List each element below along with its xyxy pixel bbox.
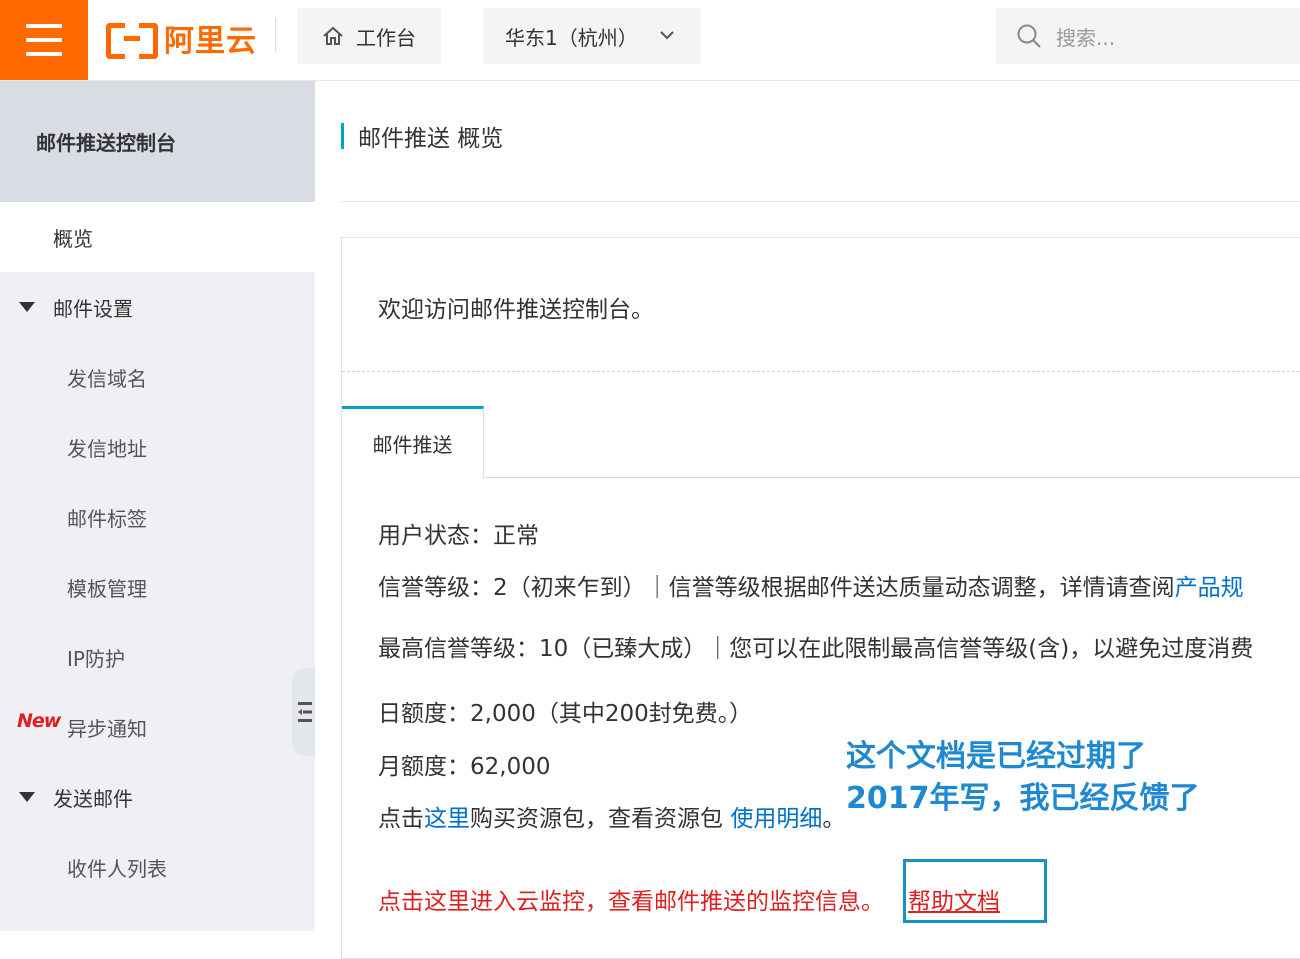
usage-detail-link[interactable]: 使用明细	[730, 806, 822, 832]
new-badge: New	[17, 710, 61, 732]
caret-down-icon	[19, 302, 35, 312]
menu-icon-bar	[26, 52, 62, 56]
monthly-quota: 月额度：62,000	[378, 754, 551, 780]
user-status: 用户状态：正常	[378, 523, 539, 549]
sidebar-item-sender-address[interactable]: 发信地址	[0, 412, 315, 482]
sidebar-item-sender-domain[interactable]: 发信域名	[0, 342, 315, 412]
divider	[341, 201, 1300, 202]
search-placeholder: 搜索...	[1056, 25, 1116, 50]
page-title-text: 邮件推送 概览	[358, 126, 504, 152]
sidebar-item-overview[interactable]: 概览	[0, 202, 315, 272]
menu-icon-bar	[26, 38, 62, 42]
product-spec-link[interactable]: 产品规	[1175, 575, 1244, 601]
buy-middle: 购买资源包，查看资源包	[470, 806, 731, 832]
buy-here-link[interactable]: 这里	[424, 806, 470, 832]
resource-pack-line: 点击这里购买资源包，查看资源包 使用明细。	[378, 799, 845, 833]
daily-quota: 日额度：2,000（其中200封免费。）	[378, 701, 753, 727]
hamburger-menu-button[interactable]	[0, 0, 88, 80]
buy-prefix: 点击	[378, 806, 424, 832]
aliyun-logo[interactable]: 阿里云	[106, 18, 257, 59]
aliyun-logo-icon	[106, 21, 158, 59]
divider	[275, 18, 276, 52]
sidebar-item-label: 邮件设置	[53, 296, 133, 321]
sidebar-item-label: IP防护	[67, 646, 125, 671]
collapse-icon	[298, 702, 312, 722]
sidebar-group-send-mail[interactable]: 发送邮件	[0, 762, 315, 832]
search-input[interactable]: 搜索...	[996, 8, 1300, 64]
tab-bar-line	[484, 477, 1300, 478]
search-icon	[1017, 24, 1041, 48]
top-navbar: 阿里云 工作台 华东1（杭州） 搜索...	[0, 0, 1300, 81]
sidebar-item-label: 概览	[53, 226, 93, 251]
welcome-text: 欢迎访问邮件推送控制台。	[378, 297, 654, 323]
sidebar-item-async-notify[interactable]: New 异步通知	[0, 692, 315, 762]
annotation-line-2: 2017年写，我已经反馈了	[846, 781, 1200, 816]
buy-suffix: 。	[822, 806, 846, 832]
sidebar-item-label: 发送邮件	[53, 786, 133, 811]
dashed-divider	[342, 371, 1300, 372]
reputation-level: 信誉等级：2（初来乍到）｜信誉等级根据邮件送达质量动态调整，详情请查阅产品规	[378, 568, 1244, 602]
region-selector[interactable]: 华东1（杭州）	[483, 8, 701, 64]
logo-text: 阿里云	[164, 24, 257, 59]
sidebar-item-label: 发信域名	[67, 366, 147, 391]
sidebar: 邮件推送控制台 概览 邮件设置 发信域名 发信地址 邮件标签 模板管理 IP防护…	[0, 81, 315, 931]
sidebar-item-recipient-list[interactable]: 收件人列表	[0, 832, 315, 902]
workbench-label: 工作台	[356, 25, 416, 50]
chevron-down-icon	[660, 31, 674, 40]
max-reputation-level: 最高信誉等级：10（已臻大成）｜您可以在此限制最高信誉等级(含)，以避免过度消费	[378, 636, 1254, 662]
sidebar-item-label: 邮件标签	[67, 506, 147, 531]
title-accent-bar	[341, 123, 344, 149]
home-icon	[323, 26, 343, 45]
sidebar-collapse-button[interactable]	[292, 668, 315, 756]
sidebar-item-ip-protection[interactable]: IP防护	[0, 622, 315, 692]
sidebar-group-mail-settings[interactable]: 邮件设置	[0, 272, 315, 342]
workbench-button[interactable]: 工作台	[297, 8, 441, 64]
sidebar-title: 邮件推送控制台	[0, 81, 315, 202]
sidebar-item-label: 收件人列表	[67, 856, 167, 881]
region-label: 华东1（杭州）	[505, 25, 638, 50]
sidebar-item-templates[interactable]: 模板管理	[0, 552, 315, 622]
caret-down-icon	[19, 792, 35, 802]
tab-label: 邮件推送	[372, 433, 453, 457]
menu-icon	[26, 24, 62, 28]
sidebar-item-mail-tags[interactable]: 邮件标签	[0, 482, 315, 552]
annotation-line-1: 这个文档是已经过期了	[846, 739, 1146, 774]
sidebar-item-label: 发信地址	[67, 436, 147, 461]
annotation-note: 这个文档是已经过期了 2017年写，我已经反馈了	[846, 736, 1200, 820]
sidebar-item-label: 模板管理	[67, 576, 147, 601]
sidebar-item-label: 异步通知	[67, 716, 147, 741]
annotation-highlight-box	[903, 859, 1047, 923]
cloud-monitor-link[interactable]: 点击这里进入云监控，查看邮件推送的监控信息。	[378, 889, 884, 915]
tab-mail-push[interactable]: 邮件推送	[342, 406, 484, 478]
reputation-text: 信誉等级：2（初来乍到）｜信誉等级根据邮件送达质量动态调整，详情请查阅	[378, 575, 1175, 601]
page-title: 邮件推送 概览	[341, 120, 503, 152]
